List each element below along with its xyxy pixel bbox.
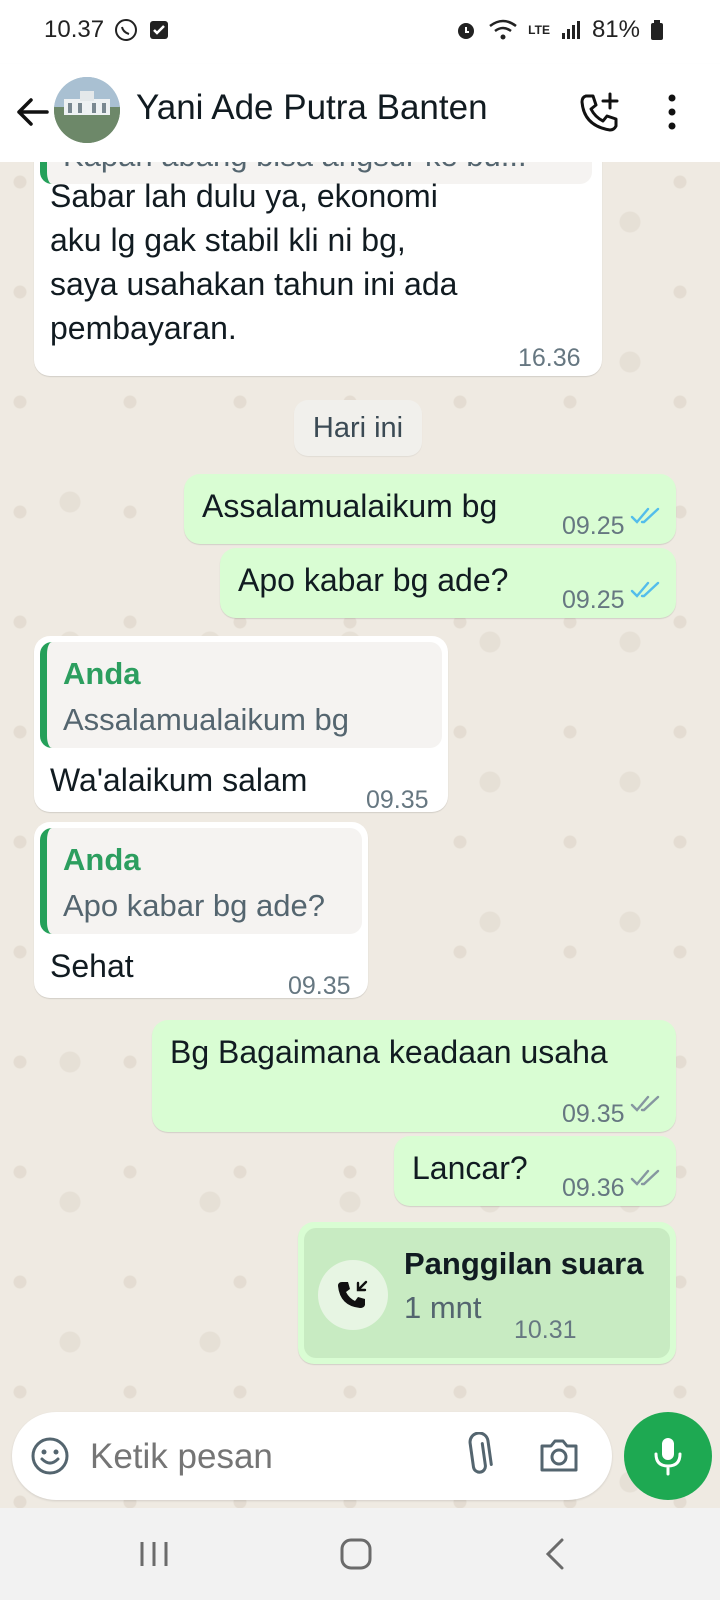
quoted-text: Apo kabar bg ade? [63,888,325,923]
message-time: 09.35 [562,1100,625,1128]
message-text-line: Sabar lah dulu ya, ekonomi [50,178,438,214]
message-outgoing[interactable]: Apo kabar bg ade? 09.25 [220,548,676,618]
message-outgoing[interactable]: Assalamualaikum bg 09.25 [184,474,676,544]
message-text: Apo kabar bg ade? [238,562,509,598]
add-call-button[interactable] [578,90,622,134]
recent-apps-icon [140,1542,168,1566]
message-time: 09.35 [288,972,351,1000]
message-incoming[interactable]: Anda Assalamualaikum bg Wa'alaikum salam… [34,636,448,814]
home-button[interactable] [336,1534,376,1574]
call-duration: 1 mnt [404,1290,482,1325]
paperclip-icon [468,1431,493,1474]
avatar[interactable] [54,77,120,143]
more-vertical-icon [668,94,676,130]
emoji-button[interactable] [28,1434,72,1478]
battery-percent: 81% [591,16,640,43]
status-time: 10.37 [44,16,105,43]
message-composer [12,1412,612,1500]
message-incoming[interactable]: Kapan abang bisa angsur ke bu... Sabar l… [34,162,602,376]
status-bar: 10.37 LTE 81% [0,0,720,64]
quote-author: Anda [63,842,141,877]
incoming-call-icon [338,1280,368,1308]
signal-icon [561,21,580,39]
battery-icon [651,20,663,40]
phone-add-icon [580,92,619,132]
back-button[interactable] [12,88,52,136]
chevron-left-icon [545,1538,564,1570]
quoted-text: Assalamualaikum bg [63,702,350,737]
message-outgoing[interactable]: Bg Bagaimana keadaan usaha 09.35 [152,1020,676,1132]
microphone-icon [654,1438,682,1476]
quoted-message[interactable]: Anda Apo kabar bg ade? [40,828,362,934]
wifi-icon [489,19,517,40]
message-time: 09.25 [562,586,625,614]
back-nav-button[interactable] [536,1534,576,1574]
chat-area[interactable]: Kapan abang bisa angsur ke bu... Sabar l… [0,162,720,1508]
call-card[interactable]: Panggilan suara 1 mnt 10.31 [304,1228,670,1358]
call-title: Panggilan suara [404,1246,644,1281]
whatsapp-icon [115,19,138,41]
arrow-left-icon [17,98,49,126]
network-label: LTE [528,23,550,37]
message-text: Wa'alaikum salam [50,762,308,798]
attach-button[interactable] [458,1431,502,1480]
contact-name[interactable]: Yani Ade Putra Banten [136,88,488,128]
delivered-receipt-icon [630,1169,660,1186]
message-text-line: pembayaran. [50,310,237,346]
quoted-message[interactable]: Anda Assalamualaikum bg [40,642,442,748]
message-input[interactable] [88,1426,452,1488]
building-photo [54,77,120,143]
more-options-button[interactable] [660,90,684,134]
message-text-line: saya usahakan tahun ini ada [50,266,458,302]
call-icon-circle [318,1260,388,1330]
checkbox-notification-icon [150,21,169,39]
message-time: 10.31 [514,1316,577,1344]
message-text: Lancar? [412,1150,528,1186]
recent-apps-button[interactable] [132,1536,176,1572]
message-incoming[interactable]: Anda Apo kabar bg ade? Sehat 09.35 [34,822,368,1000]
alarm-icon [458,23,475,39]
voice-call-message[interactable]: Panggilan suara 1 mnt 10.31 [298,1222,676,1364]
message-time: 16.36 [518,344,581,372]
home-icon [340,1538,372,1570]
voice-record-button[interactable] [624,1412,712,1500]
read-receipt-icon [630,581,660,598]
message-text: Bg Bagaimana keadaan usaha [170,1034,608,1070]
camera-icon [540,1439,578,1472]
message-text-line: aku lg gak stabil kli ni bg, [50,222,406,258]
delivered-receipt-icon [630,1095,660,1112]
quote-author: Anda [63,656,141,691]
message-time: 09.25 [562,512,625,540]
camera-button[interactable] [536,1434,582,1478]
message-time: 09.35 [366,786,429,814]
system-navigation-bar [0,1508,720,1600]
message-text: Sehat [50,948,134,984]
day-separator: Hari ini [294,400,422,456]
read-receipt-icon [630,507,660,524]
message-time: 09.36 [562,1174,625,1202]
message-text: Assalamualaikum bg [202,488,498,524]
message-outgoing[interactable]: Lancar? 09.36 [394,1136,676,1206]
chat-header: Yani Ade Putra Banten [0,64,720,162]
emoji-icon [31,1437,69,1475]
